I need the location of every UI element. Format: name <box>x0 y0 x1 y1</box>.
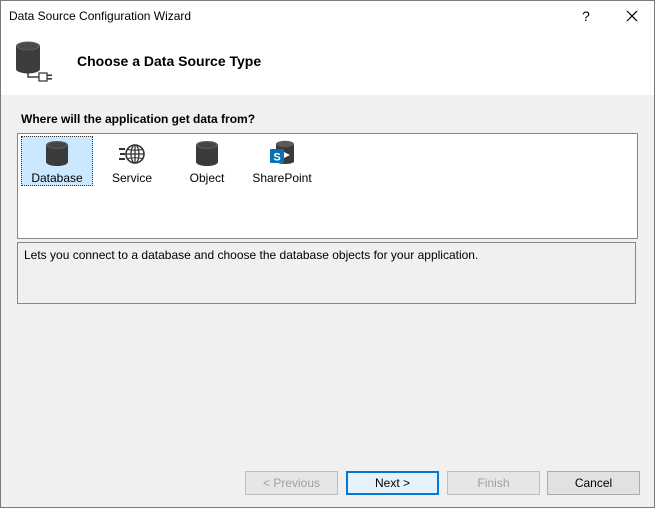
description-text: Lets you connect to a database and choos… <box>24 248 479 262</box>
window-title: Data Source Configuration Wizard <box>9 9 192 23</box>
previous-button[interactable]: < Previous <box>245 471 338 495</box>
database-icon <box>46 141 68 166</box>
type-item-object[interactable]: Object <box>171 136 243 186</box>
service-globe-icon <box>119 144 145 164</box>
object-cylinder-icon <box>196 141 218 166</box>
wizard-window: Data Source Configuration Wizard ? Choos… <box>0 0 655 508</box>
svg-text:S: S <box>273 152 280 164</box>
type-label: SharePoint <box>252 171 312 185</box>
title-bar: Data Source Configuration Wizard ? <box>1 1 654 31</box>
close-icon <box>626 10 638 22</box>
type-item-service[interactable]: Service <box>96 136 168 186</box>
finish-button[interactable]: Finish <box>447 471 540 495</box>
wizard-header: Choose a Data Source Type <box>1 31 654 95</box>
page-title: Choose a Data Source Type <box>77 53 262 69</box>
sharepoint-icon: S <box>270 140 294 164</box>
type-label: Database <box>31 171 83 185</box>
next-button[interactable]: Next > <box>346 471 439 495</box>
type-item-sharepoint[interactable]: S SharePoint <box>246 136 318 186</box>
data-source-prompt: Where will the application get data from… <box>21 112 256 126</box>
close-button[interactable] <box>610 1 654 31</box>
help-label: ? <box>582 8 590 24</box>
type-label: Service <box>111 171 152 185</box>
database-plug-icon <box>16 41 52 82</box>
wizard-body: Where will the application get data from… <box>1 95 654 507</box>
type-label: Object <box>189 171 225 185</box>
description-box: Lets you connect to a database and choos… <box>17 242 636 304</box>
data-source-type-list[interactable]: Database Service Object S SharePoint <box>17 133 638 239</box>
type-item-database[interactable]: Database <box>21 136 93 186</box>
help-button[interactable]: ? <box>564 1 608 31</box>
cancel-button[interactable]: Cancel <box>547 471 640 495</box>
